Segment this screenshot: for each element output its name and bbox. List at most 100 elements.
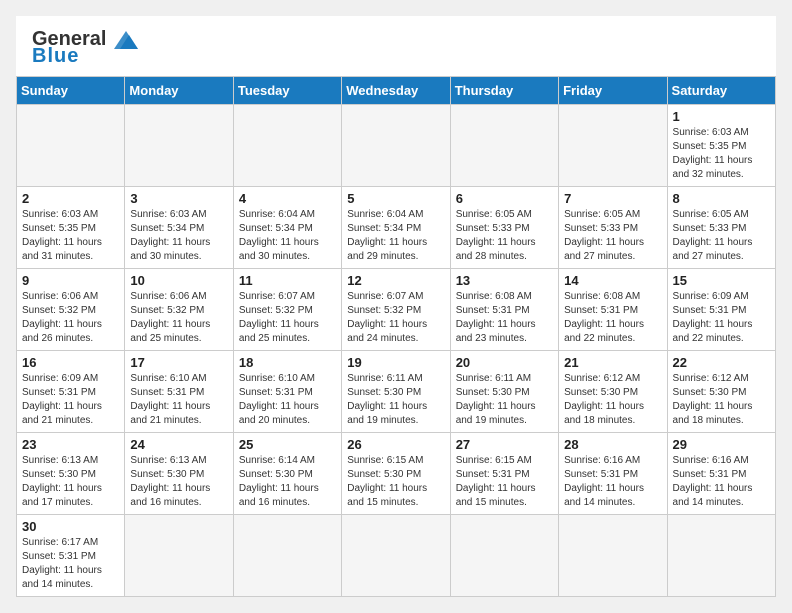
day-number: 14	[564, 273, 661, 288]
calendar-cell: 24Sunrise: 6:13 AM Sunset: 5:30 PM Dayli…	[125, 433, 233, 515]
day-number: 8	[673, 191, 770, 206]
calendar-cell: 29 Sunrise: 6:16 AM Sunset: 5:31 PM Dayli…	[667, 433, 775, 515]
day-number: 18	[239, 355, 336, 370]
calendar-container: General Blue SundayMondayTuesdayWednesda…	[16, 16, 776, 597]
day-info: Sunrise: 6:08 AM Sunset: 5:31 PM Dayligh…	[456, 290, 553, 346]
calendar-cell	[342, 515, 450, 597]
calendar-cell: 17 Sunrise: 6:10 AM Sunset: 5:31 PM Dayli…	[125, 351, 233, 433]
day-info: Sunrise: 6:06 AM Sunset: 5:32 PM Dayligh…	[130, 290, 227, 346]
calendar-cell: 26 Sunrise: 6:15 AM Sunset: 5:30 PM Dayli…	[342, 433, 450, 515]
weekday-header-thursday: Thursday	[450, 77, 558, 105]
calendar-cell	[450, 105, 558, 187]
calendar-cell: 10 Sunrise: 6:06 AM Sunset: 5:32 PM Dayli…	[125, 269, 233, 351]
calendar-cell	[233, 105, 341, 187]
calendar-cell	[233, 515, 341, 597]
weekday-header-row: SundayMondayTuesdayWednesdayThursdayFrid…	[17, 77, 776, 105]
calendar-cell: 16 Sunrise: 6:09 AM Sunset: 5:31 PM Dayli…	[17, 351, 125, 433]
calendar-cell	[125, 515, 233, 597]
day-number: 4	[239, 191, 336, 206]
calendar-cell: 19 Sunrise: 6:11 AM Sunset: 5:30 PM Dayli…	[342, 351, 450, 433]
day-number: 27	[456, 437, 553, 452]
day-info: Sunrise: 6:14 AM Sunset: 5:30 PM Dayligh…	[239, 454, 336, 510]
day-info: Sunrise: 6:09 AM Sunset: 5:31 PM Dayligh…	[673, 290, 770, 346]
day-info: Sunrise: 6:13 AM Sunset: 5:30 PM Dayligh…	[130, 454, 227, 510]
calendar-cell: 27 Sunrise: 6:15 AM Sunset: 5:31 PM Dayli…	[450, 433, 558, 515]
calendar-cell	[667, 515, 775, 597]
logo-blue: Blue	[32, 45, 79, 68]
day-info: Sunrise: 6:12 AM Sunset: 5:30 PM Dayligh…	[673, 372, 770, 428]
weekday-header-sunday: Sunday	[17, 77, 125, 105]
day-number: 1	[673, 109, 770, 124]
calendar-cell: 23 Sunrise: 6:13 AM Sunset: 5:30 PM Dayli…	[17, 433, 125, 515]
calendar-cell	[450, 515, 558, 597]
calendar-cell: 1 Sunrise: 6:03 AM Sunset: 5:35 PM Daylig…	[667, 105, 775, 187]
calendar-cell: 28 Sunrise: 6:16 AM Sunset: 5:31 PM Dayli…	[559, 433, 667, 515]
day-number: 9	[22, 273, 119, 288]
calendar-cell: 25 Sunrise: 6:14 AM Sunset: 5:30 PM Dayli…	[233, 433, 341, 515]
day-info: Sunrise: 6:07 AM Sunset: 5:32 PM Dayligh…	[347, 290, 444, 346]
day-info: Sunrise: 6:04 AM Sunset: 5:34 PM Dayligh…	[239, 208, 336, 264]
day-number: 2	[22, 191, 119, 206]
day-number: 29	[673, 437, 770, 452]
day-number: 13	[456, 273, 553, 288]
week-row-4: 16 Sunrise: 6:09 AM Sunset: 5:31 PM Dayli…	[17, 351, 776, 433]
day-info: Sunrise: 6:08 AM Sunset: 5:31 PM Dayligh…	[564, 290, 661, 346]
calendar-cell: 14 Sunrise: 6:08 AM Sunset: 5:31 PM Dayli…	[559, 269, 667, 351]
weekday-header-friday: Friday	[559, 77, 667, 105]
calendar-cell: 9Sunrise: 6:06 AM Sunset: 5:32 PM Daylig…	[17, 269, 125, 351]
day-info: Sunrise: 6:03 AM Sunset: 5:35 PM Dayligh…	[22, 208, 119, 264]
week-row-3: 9 Sunrise: 6:06 AM Sunset: 5:32 PM Daylig…	[17, 269, 776, 351]
day-info: Sunrise: 6:11 AM Sunset: 5:30 PM Dayligh…	[347, 372, 444, 428]
day-number: 19	[347, 355, 444, 370]
day-number: 3	[130, 191, 227, 206]
day-info: Sunrise: 6:10 AM Sunset: 5:31 PM Dayligh…	[239, 372, 336, 428]
header: General Blue	[16, 16, 776, 76]
day-number: 17	[130, 355, 227, 370]
day-info: Sunrise: 6:07 AM Sunset: 5:32 PM Dayligh…	[239, 290, 336, 346]
day-info: Sunrise: 6:09 AM Sunset: 5:31 PM Dayligh…	[22, 372, 119, 428]
calendar-cell: 7 Sunrise: 6:05 AM Sunset: 5:33 PM Daylig…	[559, 187, 667, 269]
day-info: Sunrise: 6:15 AM Sunset: 5:30 PM Dayligh…	[347, 454, 444, 510]
day-info: Sunrise: 6:05 AM Sunset: 5:33 PM Dayligh…	[564, 208, 661, 264]
day-info: Sunrise: 6:15 AM Sunset: 5:31 PM Dayligh…	[456, 454, 553, 510]
week-row-5: 23 Sunrise: 6:13 AM Sunset: 5:30 PM Dayli…	[17, 433, 776, 515]
day-info: Sunrise: 6:10 AM Sunset: 5:31 PM Dayligh…	[130, 372, 227, 428]
day-info: Sunrise: 6:16 AM Sunset: 5:31 PM Dayligh…	[673, 454, 770, 510]
day-number: 6	[456, 191, 553, 206]
calendar-cell: 3 Sunrise: 6:03 AM Sunset: 5:34 PM Daylig…	[125, 187, 233, 269]
day-number: 28	[564, 437, 661, 452]
weekday-header-saturday: Saturday	[667, 77, 775, 105]
calendar-cell: 20Sunrise: 6:11 AM Sunset: 5:30 PM Dayli…	[450, 351, 558, 433]
day-number: 30	[22, 519, 119, 534]
day-number: 25	[239, 437, 336, 452]
week-row-6: 30 Sunrise: 6:17 AM Sunset: 5:31 PM Dayli…	[17, 515, 776, 597]
weekday-header-wednesday: Wednesday	[342, 77, 450, 105]
calendar-cell: 5Sunrise: 6:04 AM Sunset: 5:34 PM Daylig…	[342, 187, 450, 269]
week-row-2: 2 Sunrise: 6:03 AM Sunset: 5:35 PM Daylig…	[17, 187, 776, 269]
calendar-cell: 11Sunrise: 6:07 AM Sunset: 5:32 PM Dayli…	[233, 269, 341, 351]
calendar-cell: 12Sunrise: 6:07 AM Sunset: 5:32 PM Dayli…	[342, 269, 450, 351]
day-number: 15	[673, 273, 770, 288]
calendar-cell: 21Sunrise: 6:12 AM Sunset: 5:30 PM Dayli…	[559, 351, 667, 433]
calendar-cell	[125, 105, 233, 187]
day-info: Sunrise: 6:16 AM Sunset: 5:31 PM Dayligh…	[564, 454, 661, 510]
calendar-cell	[342, 105, 450, 187]
day-info: Sunrise: 6:03 AM Sunset: 5:34 PM Dayligh…	[130, 208, 227, 264]
logo-icon	[110, 29, 142, 51]
day-info: Sunrise: 6:03 AM Sunset: 5:35 PM Dayligh…	[673, 126, 770, 182]
calendar-cell: 30 Sunrise: 6:17 AM Sunset: 5:31 PM Dayli…	[17, 515, 125, 597]
calendar-cell: 4 Sunrise: 6:04 AM Sunset: 5:34 PM Daylig…	[233, 187, 341, 269]
day-number: 22	[673, 355, 770, 370]
calendar-cell: 6Sunrise: 6:05 AM Sunset: 5:33 PM Daylig…	[450, 187, 558, 269]
calendar-cell: 15 Sunrise: 6:09 AM Sunset: 5:31 PM Dayli…	[667, 269, 775, 351]
day-number: 7	[564, 191, 661, 206]
day-number: 23	[22, 437, 119, 452]
day-info: Sunrise: 6:13 AM Sunset: 5:30 PM Dayligh…	[22, 454, 119, 510]
calendar-cell: 22 Sunrise: 6:12 AM Sunset: 5:30 PM Dayli…	[667, 351, 775, 433]
day-number: 26	[347, 437, 444, 452]
day-info: Sunrise: 6:11 AM Sunset: 5:30 PM Dayligh…	[456, 372, 553, 428]
day-info: Sunrise: 6:17 AM Sunset: 5:31 PM Dayligh…	[22, 536, 119, 592]
day-number: 16	[22, 355, 119, 370]
calendar-cell: 2 Sunrise: 6:03 AM Sunset: 5:35 PM Daylig…	[17, 187, 125, 269]
day-number: 10	[130, 273, 227, 288]
